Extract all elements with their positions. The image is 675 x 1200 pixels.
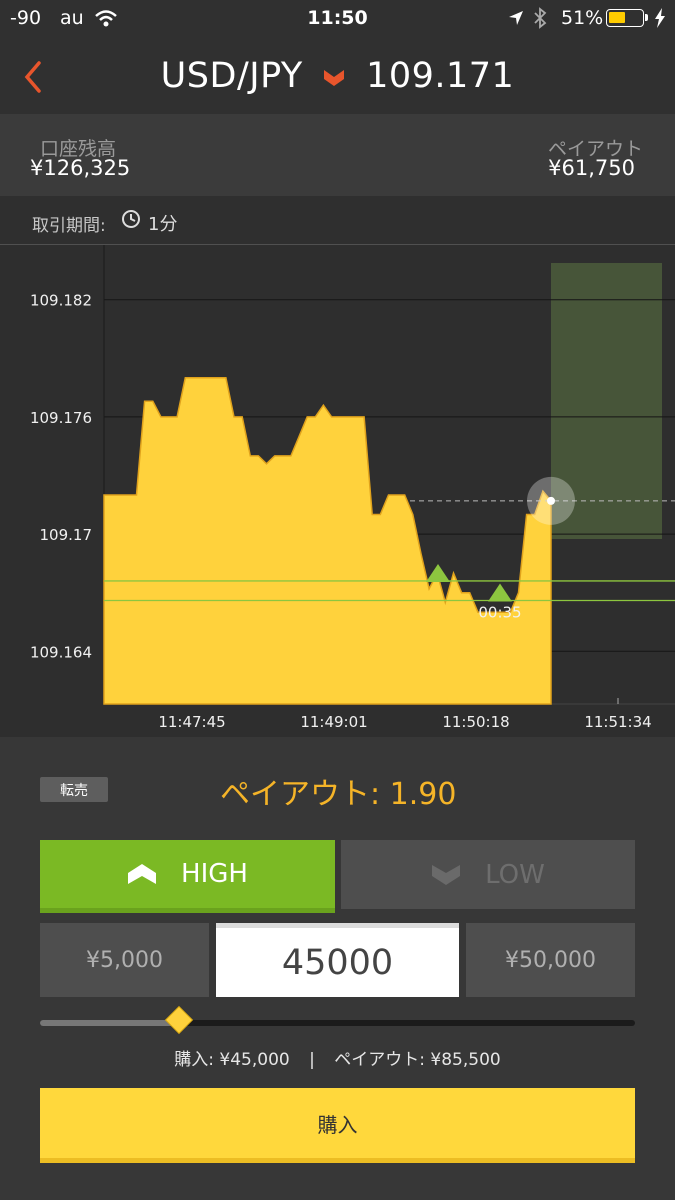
high-arrow-icon [128,864,157,884]
current-price: 109.171 [366,56,515,96]
status-bar: -90 au 11:50 51% [0,0,675,38]
high-label: HIGH [181,859,248,889]
trade-period-bar: 取引期間: 1分 [0,196,675,245]
current-rate-dot [547,496,555,505]
chart-canvas: 109.182 109.176 109.17 109.164 11:47:45 11:49… [30,245,675,731]
x-tick-label: 11:49:01 [300,713,367,731]
battery-percent: 51% [561,7,604,29]
down-arrow-icon [324,70,345,86]
y-tick-label: 109.176 [30,409,92,427]
preset-50000-button[interactable]: ¥50,000 [466,923,635,997]
x-tick-label: 11:50:18 [442,713,509,731]
period-value[interactable]: 1分 [148,210,177,236]
location-arrow-icon [509,11,523,25]
currency-pair: USD/JPY [160,56,303,96]
bluetooth-icon [534,7,547,29]
resale-button[interactable]: 転売 [40,777,108,802]
buy-button[interactable]: 購入 [40,1088,635,1163]
price-chart[interactable]: 109.182 109.176 109.17 109.164 11:47:45 11:49… [0,245,675,737]
charging-bolt-icon [655,8,665,28]
y-tick-label: 109.182 [30,292,92,310]
amount-input[interactable]: 45000 [216,923,459,997]
balance-value: ¥126,325 [30,156,131,180]
battery-icon [606,9,648,27]
y-tick-label: 109.164 [30,643,92,661]
nav-bar: USD/JPY 109.171 [0,38,675,114]
pair-title: USD/JPY 109.171 [0,56,675,96]
summary-separator: | [309,1050,315,1070]
entry-marker-icon [426,563,450,582]
summary-purchase: 購入: ¥45,000 [174,1050,290,1070]
amount-slider-track[interactable] [40,1007,635,1033]
amount-slider-thumb[interactable] [165,1007,192,1033]
payout-value: ¥61,750 [548,156,635,180]
order-summary: 購入: ¥45,000 | ペイアウト: ¥85,500 [0,1045,675,1070]
low-button[interactable]: LOW [341,840,635,909]
amount-slider-fill [40,1020,179,1026]
trade-panel: 転売 ペイアウト: 1.90 HIGH LOW ¥5,000 45000 ¥50… [0,737,675,1200]
countdown-label: 00:35 [478,603,521,621]
period-label: 取引期間: [32,216,106,236]
low-arrow-icon [432,864,461,885]
low-label: LOW [485,859,545,890]
account-summary: 口座残高 ¥126,325 ペイアウト ¥61,750 [0,114,675,196]
high-button[interactable]: HIGH [40,840,335,913]
x-tick-label: 11:47:45 [158,713,225,731]
summary-payout: ペイアウト: ¥85,500 [334,1050,501,1070]
clock-icon [122,210,140,228]
y-tick-label: 109.17 [40,526,93,544]
x-tick-label: 11:51:34 [584,713,651,731]
preset-5000-button[interactable]: ¥5,000 [40,923,209,997]
price-area [103,377,552,705]
payout-rate: ペイアウト: 1.90 [220,777,457,812]
entry-marker-icon [488,583,512,602]
